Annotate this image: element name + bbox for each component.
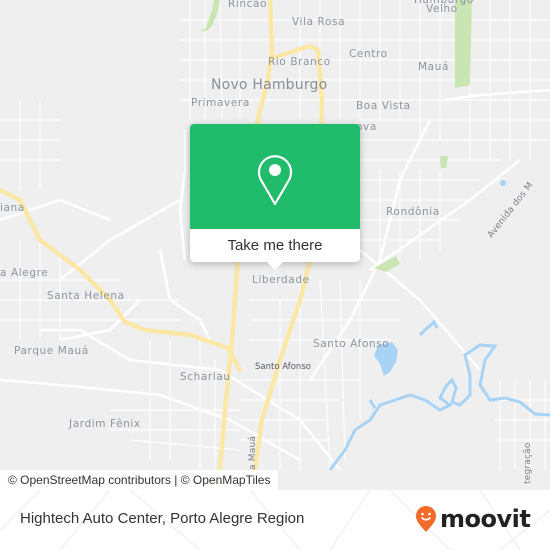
label-rio-branco: Rio Branco [268,56,331,68]
footer-bar: Hightech Auto Center, Porto Alegre Regio… [0,490,550,550]
label-hamburgo-velho-2: Velho [426,3,458,15]
label-integracao: tegração [523,442,533,484]
map-canvas[interactable]: Rincão Vila Rosa Hamburgo Velho Centro R… [0,0,550,490]
place-title: Hightech Auto Center, Porto Alegre Regio… [20,510,305,527]
map-attribution[interactable]: © OpenStreetMap contributors | © OpenMap… [0,470,279,490]
label-maua: Mauá [418,61,449,73]
popup-pointer [267,262,283,270]
destination-popup[interactable]: Take me there [190,124,360,270]
label-vila-rosa: Vila Rosa [292,16,346,28]
label-santo-afonso-district: Santo Afonso [313,338,390,350]
label-alegre: a Alegre [0,267,49,279]
label-novo-hamburgo: Novo Hamburgo [211,77,328,93]
label-jardim-fenix: Jardim Fênix [69,418,141,430]
moovit-wordmark: moovit [440,505,531,533]
moovit-logo[interactable]: moovit [414,505,531,533]
label-boa-vista: Boa Vista [356,100,411,112]
label-scharlau: Scharlau [180,371,231,383]
label-av-maua: a Mauá [248,435,258,470]
label-liberdade: Liberdade [252,274,310,286]
label-centro: Centro [349,48,388,60]
popup-header [190,124,360,229]
label-iana: iana [0,202,25,214]
label-santo-afonso-poi: Santo Afonso [255,362,311,372]
location-pin-icon [257,155,293,206]
label-rondonia: Rondônia [386,206,440,218]
label-rincao: Rincão [228,0,268,10]
label-santa-helena: Santa Helena [47,290,125,302]
moovit-pin-icon [416,506,436,532]
label-parque-maua: Parque Mauá [14,345,89,357]
take-me-there-button[interactable]: Take me there [190,229,360,262]
label-primavera: Primavera [191,97,250,109]
